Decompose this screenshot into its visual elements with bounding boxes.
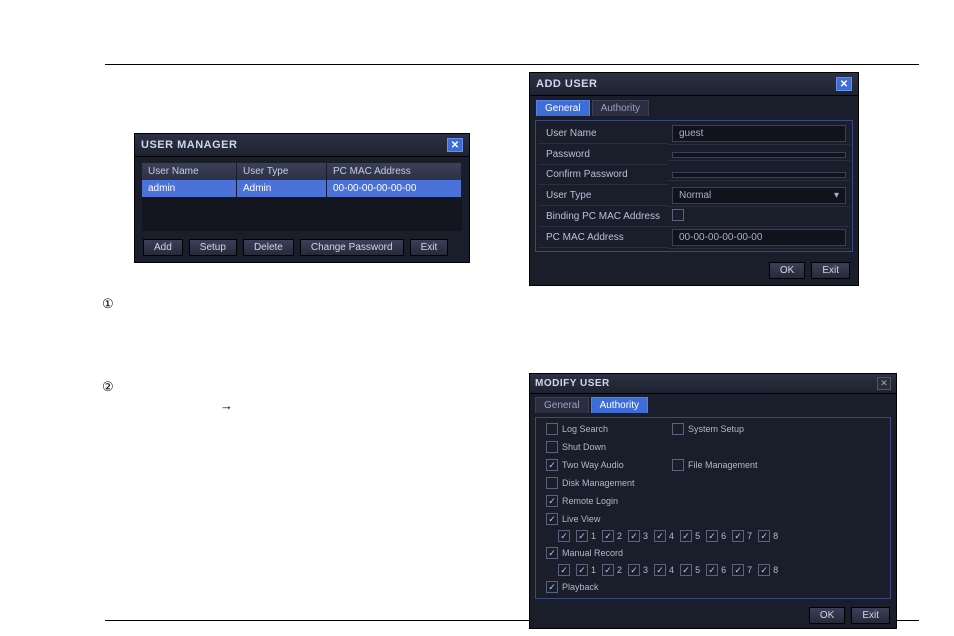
log-search-label: Log Search xyxy=(562,424,608,434)
exit-button[interactable]: Exit xyxy=(811,262,850,279)
authority-panel: Log Search System Setup Shut Down Two Wa… xyxy=(535,417,891,599)
col-user-type: User Type xyxy=(237,163,327,180)
remote-login-checkbox[interactable] xyxy=(546,495,558,507)
modify-user-buttons: OK Exit xyxy=(530,603,896,628)
user-manager-window: USER MANAGER ✕ User Name User Type PC MA… xyxy=(134,133,470,263)
add-user-window: ADD USER ✕ General Authority User Name g… xyxy=(529,72,859,286)
manual-record-channels: 1 2 3 4 5 6 7 8 xyxy=(538,562,888,578)
add-user-title: ADD USER xyxy=(536,78,597,90)
file-mgmt-checkbox[interactable] xyxy=(672,459,684,471)
add-button[interactable]: Add xyxy=(143,239,183,256)
live-view-ch4-checkbox[interactable] xyxy=(654,530,666,542)
log-search-checkbox[interactable] xyxy=(546,423,558,435)
user-manager-title: USER MANAGER xyxy=(141,139,237,151)
tab-general[interactable]: General xyxy=(535,397,589,413)
live-view-label: Live View xyxy=(562,514,600,524)
manual-record-checkbox[interactable] xyxy=(546,547,558,559)
live-view-ch2-checkbox[interactable] xyxy=(602,530,614,542)
col-mac: PC MAC Address xyxy=(327,163,462,180)
close-icon[interactable]: ✕ xyxy=(836,77,852,91)
password-label: Password xyxy=(538,145,668,165)
add-user-form: User Name guest Password Confirm Passwor… xyxy=(535,120,853,252)
delete-button[interactable]: Delete xyxy=(243,239,294,256)
live-view-checkbox[interactable] xyxy=(546,513,558,525)
setup-button[interactable]: Setup xyxy=(189,239,237,256)
user-manager-buttons: Add Setup Delete Change Password Exit xyxy=(135,233,469,262)
cell-user-type: Admin xyxy=(237,180,327,197)
exit-button[interactable]: Exit xyxy=(410,239,449,256)
playback-checkbox[interactable] xyxy=(546,581,558,593)
confirm-password-field[interactable] xyxy=(672,172,846,178)
live-view-ch3-checkbox[interactable] xyxy=(628,530,640,542)
mac-field[interactable]: 00-00-00-00-00-00 xyxy=(672,229,846,246)
modify-user-titlebar: MODIFY USER ✕ xyxy=(530,374,896,394)
binding-mac-label: Binding PC MAC Address xyxy=(538,207,668,227)
two-way-audio-label: Two Way Audio xyxy=(562,460,624,470)
confirm-password-label: Confirm Password xyxy=(538,165,668,185)
mac-label: PC MAC Address xyxy=(538,228,668,248)
tab-general[interactable]: General xyxy=(536,100,590,116)
add-user-titlebar: ADD USER ✕ xyxy=(530,73,858,96)
arrow-icon: → xyxy=(220,398,233,413)
manual-record-all-checkbox[interactable] xyxy=(558,564,570,576)
shut-down-label: Shut Down xyxy=(562,442,606,452)
tab-authority[interactable]: Authority xyxy=(591,397,648,413)
close-icon[interactable]: ✕ xyxy=(447,138,463,152)
add-user-buttons: OK Exit xyxy=(530,256,858,285)
live-view-ch1-checkbox[interactable] xyxy=(576,530,588,542)
manual-record-ch7-checkbox[interactable] xyxy=(732,564,744,576)
ok-button[interactable]: OK xyxy=(809,607,845,624)
user-table-header: User Name User Type PC MAC Address xyxy=(142,163,462,180)
live-view-all-checkbox[interactable] xyxy=(558,530,570,542)
ok-button[interactable]: OK xyxy=(769,262,805,279)
live-view-ch5-checkbox[interactable] xyxy=(680,530,692,542)
binding-mac-checkbox[interactable] xyxy=(672,209,684,221)
circle-two-icon: ② xyxy=(102,379,114,395)
two-way-audio-checkbox[interactable] xyxy=(546,459,558,471)
live-view-ch6-checkbox[interactable] xyxy=(706,530,718,542)
manual-record-ch5-checkbox[interactable] xyxy=(680,564,692,576)
user-type-value: Normal xyxy=(679,190,711,201)
exit-button[interactable]: Exit xyxy=(851,607,890,624)
live-view-channels: 1 2 3 4 5 6 7 8 xyxy=(538,528,888,544)
modify-user-window: MODIFY USER ✕ General Authority Log Sear… xyxy=(529,373,897,629)
user-name-label: User Name xyxy=(538,124,668,144)
user-manager-titlebar: USER MANAGER ✕ xyxy=(135,134,469,157)
change-password-button[interactable]: Change Password xyxy=(300,239,404,256)
modify-user-title: MODIFY USER xyxy=(535,378,610,389)
system-setup-checkbox[interactable] xyxy=(672,423,684,435)
user-type-select[interactable]: Normal ▾ xyxy=(672,187,846,204)
cell-mac: 00-00-00-00-00-00 xyxy=(327,180,462,197)
manual-record-ch2-checkbox[interactable] xyxy=(602,564,614,576)
modify-user-tabs: General Authority xyxy=(530,394,896,413)
user-type-label: User Type xyxy=(538,186,668,206)
manual-record-ch1-checkbox[interactable] xyxy=(576,564,588,576)
password-field[interactable] xyxy=(672,152,846,158)
close-icon[interactable]: ✕ xyxy=(877,377,891,390)
manual-record-ch6-checkbox[interactable] xyxy=(706,564,718,576)
col-user-name: User Name xyxy=(142,163,237,180)
file-mgmt-label: File Management xyxy=(688,460,758,470)
chevron-down-icon: ▾ xyxy=(834,190,839,201)
disk-mgmt-checkbox[interactable] xyxy=(546,477,558,489)
live-view-ch7-checkbox[interactable] xyxy=(732,530,744,542)
user-name-field[interactable]: guest xyxy=(672,125,846,142)
cell-user-name: admin xyxy=(142,180,237,197)
shut-down-checkbox[interactable] xyxy=(546,441,558,453)
playback-label: Playback xyxy=(562,582,599,592)
disk-mgmt-label: Disk Management xyxy=(562,478,635,488)
table-row[interactable]: admin Admin 00-00-00-00-00-00 xyxy=(142,180,462,197)
tab-authority[interactable]: Authority xyxy=(592,100,649,116)
circle-one-icon: ① xyxy=(102,296,114,312)
manual-record-ch8-checkbox[interactable] xyxy=(758,564,770,576)
manual-record-label: Manual Record xyxy=(562,548,623,558)
remote-login-label: Remote Login xyxy=(562,496,618,506)
live-view-ch8-checkbox[interactable] xyxy=(758,530,770,542)
system-setup-label: System Setup xyxy=(688,424,744,434)
add-user-tabs: General Authority xyxy=(530,96,858,116)
manual-record-ch3-checkbox[interactable] xyxy=(628,564,640,576)
manual-record-ch4-checkbox[interactable] xyxy=(654,564,666,576)
